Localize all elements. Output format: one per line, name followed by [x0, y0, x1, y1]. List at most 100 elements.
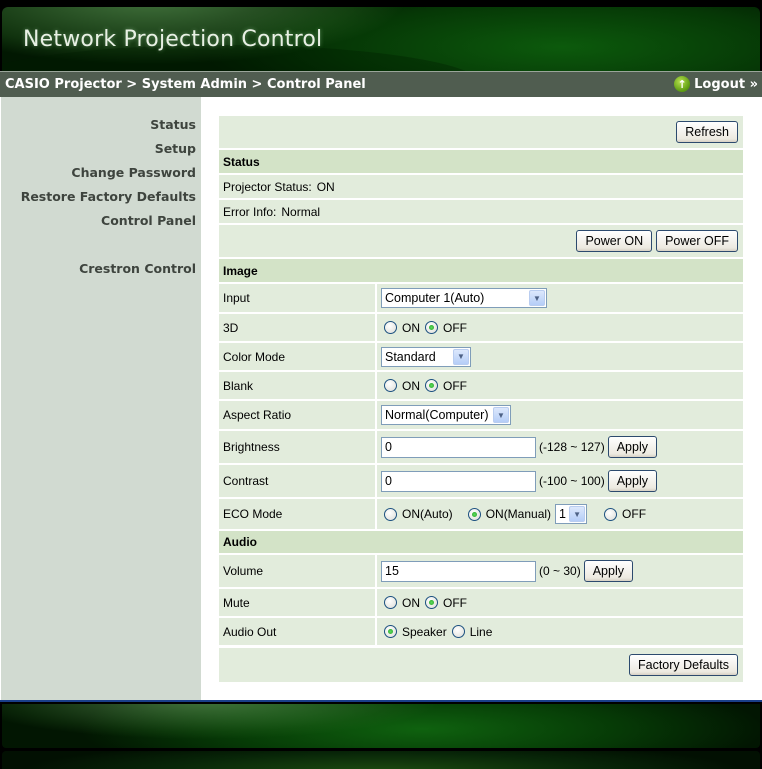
aspect-ratio-row: Aspect Ratio Normal(Computer) ▼	[219, 401, 743, 429]
power-on-button[interactable]: Power ON	[576, 230, 653, 252]
contrast-range: (-100 ~ 100)	[539, 474, 605, 488]
contrast-label: Contrast	[219, 465, 377, 497]
eco-level-value: 1	[559, 507, 566, 521]
eco-level-select[interactable]: 1 ▼	[555, 504, 588, 524]
3d-label: 3D	[219, 314, 377, 341]
eco-off-label: OFF	[622, 507, 647, 521]
blank-label: Blank	[219, 372, 377, 399]
mute-on-label: ON	[402, 595, 420, 610]
color-mode-select-value: Standard	[385, 349, 436, 364]
eco-mode-row: ECO Mode ON(Auto) ON(Manual) 1 ▼ OFF	[219, 499, 743, 529]
mute-off-radio[interactable]	[425, 596, 438, 609]
projector-status-value: ON	[316, 179, 335, 194]
contrast-row: Contrast (-100 ~ 100) Apply	[219, 465, 743, 497]
image-section-title: Image	[223, 263, 258, 278]
eco-manual-radio[interactable]	[467, 507, 481, 521]
audio-out-row: Audio Out Speaker Line	[219, 618, 743, 645]
brightness-input[interactable]	[381, 436, 536, 458]
image-section-header: Image	[219, 259, 743, 282]
blank-row: Blank ON OFF	[219, 372, 743, 399]
eco-manual-label: ON(Manual)	[485, 507, 552, 521]
sidebar-item-change-password[interactable]: Change Password	[71, 165, 196, 180]
footer-banner	[0, 700, 762, 769]
blank-on-radio[interactable]	[384, 379, 397, 392]
factory-defaults-button[interactable]: Factory Defaults	[628, 654, 738, 676]
aspect-ratio-label: Aspect Ratio	[219, 401, 377, 429]
3d-on-radio[interactable]	[384, 321, 397, 334]
refresh-button[interactable]: Refresh	[676, 121, 738, 143]
eco-auto-label: ON(Auto)	[402, 507, 453, 521]
volume-apply-button[interactable]: Apply	[583, 560, 633, 582]
sidebar-item-setup[interactable]: Setup	[155, 141, 196, 156]
3d-on-label: ON	[402, 320, 420, 335]
3d-row: 3D ON OFF	[219, 314, 743, 341]
breadcrumb-bar: CASIO Projector > System Admin > Control…	[0, 71, 762, 97]
aspect-ratio-select-value: Normal(Computer)	[385, 408, 489, 422]
brightness-row: Brightness (-128 ~ 127) Apply	[219, 431, 743, 463]
mute-on-radio[interactable]	[384, 596, 397, 609]
sidebar-item-restore-factory-defaults[interactable]: Restore Factory Defaults	[21, 189, 196, 204]
color-mode-select[interactable]: Standard ▼	[381, 346, 471, 367]
brightness-label: Brightness	[219, 431, 377, 463]
input-select-value: Computer 1(Auto)	[385, 291, 485, 305]
refresh-row: Refresh	[219, 116, 743, 148]
status-section-title: Status	[223, 154, 260, 169]
input-label: Input	[219, 284, 377, 312]
logout-label: Logout »	[694, 76, 758, 92]
error-info-label: Error Info:	[223, 204, 277, 219]
contrast-input[interactable]	[381, 470, 536, 492]
power-row: Power ON Power OFF	[219, 225, 743, 257]
volume-row: Volume (0 ~ 30) Apply	[219, 555, 743, 587]
sidebar-item-status[interactable]: Status	[150, 117, 196, 132]
footer-strip	[2, 751, 760, 769]
color-mode-row: Color Mode Standard ▼	[219, 343, 743, 370]
volume-range: (0 ~ 30)	[539, 564, 581, 578]
brightness-apply-button[interactable]: Apply	[607, 436, 657, 458]
eco-mode-label: ECO Mode	[219, 499, 377, 529]
projector-status-row: Projector Status: ON	[219, 175, 743, 198]
logout-link[interactable]: ↑ Logout »	[674, 76, 758, 92]
error-info-value: Normal	[281, 204, 321, 219]
audio-out-line-radio[interactable]	[451, 625, 465, 638]
power-off-button[interactable]: Power OFF	[656, 230, 738, 252]
audio-section-title: Audio	[223, 535, 257, 549]
audio-out-speaker-label: Speaker	[402, 624, 447, 639]
sidebar-item-crestron-control[interactable]: Crestron Control	[79, 261, 196, 276]
app-title: Network Projection Control	[23, 27, 323, 52]
audio-section-header: Audio	[219, 531, 743, 553]
aspect-ratio-select[interactable]: Normal(Computer) ▼	[381, 405, 511, 425]
header-background: Network Projection Control	[2, 7, 760, 71]
color-mode-label: Color Mode	[219, 343, 377, 370]
mute-row: Mute ON OFF	[219, 589, 743, 616]
chevron-down-icon: ▼	[453, 348, 469, 365]
contrast-apply-button[interactable]: Apply	[607, 470, 657, 492]
sidebar-item-control-panel[interactable]: Control Panel	[101, 213, 196, 228]
volume-label: Volume	[219, 555, 377, 587]
projector-status-label: Projector Status:	[223, 179, 312, 194]
eco-off-radio[interactable]	[604, 507, 618, 521]
blank-off-radio[interactable]	[425, 379, 438, 392]
audio-out-line-label: Line	[469, 624, 493, 639]
input-row: Input Computer 1(Auto) ▼	[219, 284, 743, 312]
blank-off-label: OFF	[443, 378, 467, 393]
3d-off-label: OFF	[443, 320, 467, 335]
input-select[interactable]: Computer 1(Auto) ▼	[381, 288, 547, 308]
sidebar: Status Setup Change Password Restore Fac…	[1, 97, 201, 700]
audio-out-label: Audio Out	[219, 618, 377, 645]
eco-auto-radio[interactable]	[384, 507, 397, 521]
chevron-down-icon: ▼	[529, 290, 545, 306]
volume-input[interactable]	[381, 560, 536, 582]
breadcrumb: CASIO Projector > System Admin > Control…	[5, 77, 366, 92]
footer-background	[2, 704, 760, 748]
chevron-down-icon: ▼	[493, 407, 509, 423]
chevron-down-icon: ▼	[569, 506, 586, 522]
mute-label: Mute	[219, 589, 377, 616]
status-section-header: Status	[219, 150, 743, 173]
header-banner: Network Projection Control	[0, 0, 762, 72]
brightness-range: (-128 ~ 127)	[539, 440, 605, 454]
mute-off-label: OFF	[443, 595, 467, 610]
arrow-up-icon: ↑	[674, 76, 691, 92]
3d-off-radio[interactable]	[425, 321, 438, 334]
blank-on-label: ON	[402, 378, 420, 393]
audio-out-speaker-radio[interactable]	[384, 625, 397, 638]
